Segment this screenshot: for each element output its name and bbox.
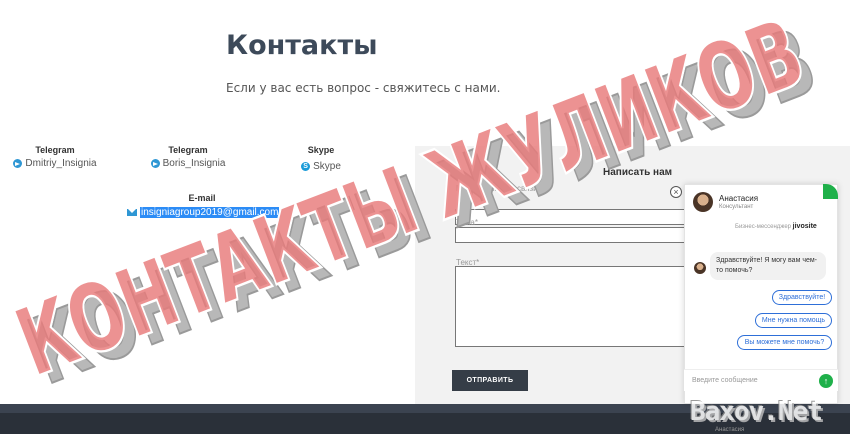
subject-field[interactable] <box>455 227 688 243</box>
page-subtitle: Если у вас есть вопрос - свяжитесь с нам… <box>226 81 501 95</box>
contact-heading: Telegram <box>35 145 75 155</box>
send-icon[interactable]: ↑ <box>819 374 833 388</box>
chat-brand: Бизнес-мессенджер jivosite <box>735 223 817 230</box>
email-link[interactable]: insigniagroup2019@gmail.com <box>127 207 280 218</box>
text-field[interactable] <box>455 266 688 347</box>
chat-input-row: Введите сообщение ↑ <box>684 369 838 391</box>
quick-reply-need-help[interactable]: Мне нужна помощь <box>755 313 832 328</box>
contact-skype: Skype S Skype <box>256 145 386 173</box>
close-icon[interactable]: × <box>670 186 682 198</box>
message-author: Анастасия <box>715 427 745 433</box>
avatar <box>693 192 713 212</box>
email-value: insigniagroup2019@gmail.com <box>140 207 280 218</box>
form-title: Написать нам <box>603 167 673 178</box>
quick-reply-can-you-help[interactable]: Вы можете мне помочь? <box>737 335 832 350</box>
skype-icon: S <box>301 162 311 171</box>
page-title: Контакты <box>226 30 378 61</box>
subject-field-label: Тема* <box>456 218 478 227</box>
contact-telegram-1: Telegram Dmitriy_Insignia <box>0 145 120 173</box>
watermark-site: Baxov.Net <box>690 397 823 427</box>
agent-role: Консультант <box>719 204 754 210</box>
contact-link[interactable]: S Skype <box>301 161 341 172</box>
chat-header: Анастасия Консультант <box>685 185 837 219</box>
contact-value: Dmitriy_Insignia <box>25 158 97 169</box>
brand-prefix: Бизнес-мессенджер <box>735 224 791 230</box>
email-field-label: Ваш e-mail (для связи) <box>456 184 541 193</box>
contact-value: Skype <box>313 161 341 172</box>
contact-value: Boris_Insignia <box>162 158 226 169</box>
mail-icon <box>127 209 137 216</box>
chat-message: Здравствуйте! Я могу вам чем-то помочь? <box>710 252 826 280</box>
contact-heading: Skype <box>307 145 335 155</box>
chat-input[interactable]: Введите сообщение <box>692 377 758 384</box>
telegram-icon <box>150 159 160 168</box>
agent-name: Анастасия <box>719 194 759 203</box>
avatar <box>694 262 706 274</box>
brand-name: jivosite <box>792 223 817 230</box>
quick-reply-hello[interactable]: Здравствуйте! <box>772 290 832 305</box>
telegram-icon <box>13 159 23 168</box>
contact-email: E-mail insigniagroup2019@gmail.com <box>127 193 280 221</box>
contact-link[interactable]: Boris_Insignia <box>150 158 226 169</box>
submit-button[interactable]: ОТПРАВИТЬ <box>452 370 528 391</box>
contact-heading: E-mail <box>188 193 216 203</box>
contact-heading: Telegram <box>168 145 208 155</box>
contact-telegram-2: Telegram Boris_Insignia <box>123 145 253 173</box>
email-field[interactable] <box>455 209 688 225</box>
contact-link[interactable]: Dmitriy_Insignia <box>13 158 97 169</box>
